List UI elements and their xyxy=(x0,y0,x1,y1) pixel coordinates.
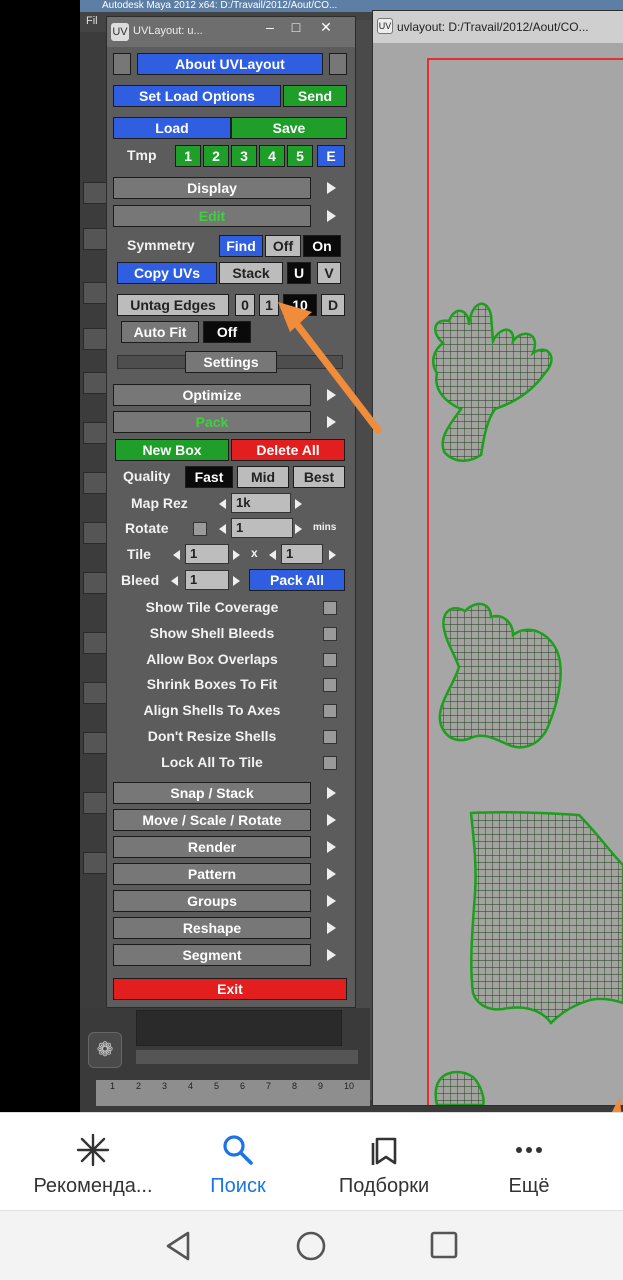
tab-search-label: Поиск xyxy=(210,1175,266,1197)
search-icon xyxy=(163,1133,313,1167)
bottom-app-bar: Рекоменда... Поиск Подборки Ещё xyxy=(0,1112,623,1210)
home-icon[interactable] xyxy=(294,1229,328,1263)
system-nav-bar xyxy=(0,1210,623,1280)
asterisk-icon xyxy=(18,1133,168,1167)
more-icon xyxy=(454,1133,604,1167)
tab-more-label: Ещё xyxy=(508,1175,550,1197)
tab-recommendations[interactable]: Рекоменда... xyxy=(18,1113,168,1211)
tab-more[interactable]: Ещё xyxy=(454,1113,604,1211)
tab-recommendations-label: Рекоменда... xyxy=(33,1175,153,1197)
screen: { "maya": { "title": "Autodesk Maya 2012… xyxy=(0,0,623,1280)
collections-icon xyxy=(309,1133,459,1167)
back-icon[interactable] xyxy=(160,1229,196,1263)
annotation-arrow-untag xyxy=(278,302,382,434)
recents-icon[interactable] xyxy=(428,1229,460,1261)
tab-collections[interactable]: Подборки xyxy=(309,1113,459,1211)
tab-search[interactable]: Поиск xyxy=(163,1113,313,1211)
tab-collections-label: Подборки xyxy=(338,1175,430,1197)
annotation-arrows xyxy=(4,302,622,1280)
